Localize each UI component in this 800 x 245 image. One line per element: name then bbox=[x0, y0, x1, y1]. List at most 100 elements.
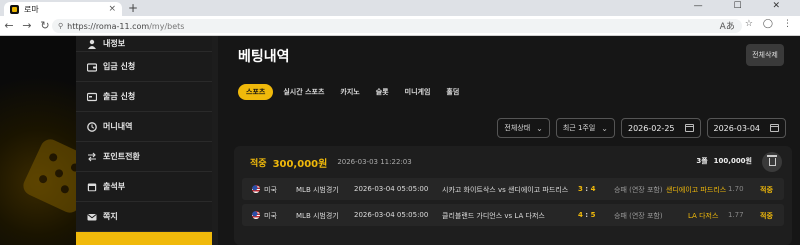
deposit-icon bbox=[87, 62, 97, 72]
page-title: 베팅내역 bbox=[238, 49, 290, 65]
translate-icon[interactable]: Aあ bbox=[720, 19, 735, 32]
bet-type: 승패 (연장 포함) bbox=[614, 212, 663, 220]
sidebar-item-deposit[interactable]: 입금 신청 bbox=[76, 52, 212, 82]
trash-icon bbox=[766, 155, 777, 166]
bet-history-panel: 베팅내역 전체삭제 스포츠 실시간 스포츠 카지노 슬롯 미니게임 홀덤 전체상… bbox=[212, 36, 800, 245]
tab-minigame[interactable]: 미니게임 bbox=[399, 84, 437, 100]
mypage-sidebar: 내정보 입금 신청 출금 신청 머니내역 포인트전환 출석부 쪽지 bbox=[76, 36, 212, 245]
tab-slot[interactable]: 슬롯 bbox=[370, 84, 395, 100]
country: 미국 bbox=[264, 186, 277, 194]
period-select-value: 최근 1주일 bbox=[562, 124, 596, 132]
sidebar-item-label: 쪽지 bbox=[103, 212, 118, 221]
sidebar-item-my-info[interactable]: 내정보 bbox=[76, 36, 212, 52]
delete-all-button[interactable]: 전체삭제 bbox=[746, 44, 784, 66]
sidebar-item-label: 머니내역 bbox=[103, 122, 133, 131]
url-path: /my/bets bbox=[149, 21, 185, 31]
score-away: 5 bbox=[590, 211, 596, 219]
exchange-icon bbox=[88, 152, 96, 161]
league: MLB 시범경기 bbox=[296, 212, 339, 220]
bet-type: 승패 (연장 포함) bbox=[614, 186, 663, 194]
fold-count: 3폴 bbox=[696, 157, 708, 165]
sidebar-item-label: 내정보 bbox=[103, 39, 126, 48]
bet-slip-card: 적중 300,000원 2026-03-03 11:22:03 3폴 100,0… bbox=[234, 146, 792, 245]
sidebar-item-label: 포인트전환 bbox=[103, 152, 140, 161]
bookmark-star-icon[interactable]: ☆ bbox=[745, 19, 753, 32]
calendar-icon[interactable] bbox=[684, 124, 694, 132]
odds: 1.77 bbox=[728, 211, 744, 219]
table-row: 미국 MLB 시범경기 2026-03-04 05:05:00 클리블랜드 가디… bbox=[242, 204, 784, 226]
page: 내정보 입금 신청 출금 신청 머니내역 포인트전환 출석부 쪽지 베팅내역 전… bbox=[0, 36, 800, 245]
pick: 샌디에이고 파드리스 bbox=[666, 186, 727, 194]
score: 3 : 4 bbox=[578, 185, 596, 193]
match: 클리블랜드 가디언스 vs LA 다저스 bbox=[442, 212, 545, 220]
sidebar-item-label: 입금 신청 bbox=[103, 62, 136, 71]
chevron-down-icon: ⌄ bbox=[536, 123, 543, 133]
address-bar[interactable]: ⚲ https://roma-11.com/my/bets bbox=[52, 19, 742, 33]
toolbar-icons: Aあ ☆ ◯ ⋮ bbox=[720, 19, 792, 32]
status-select[interactable]: 전체상태 ⌄ bbox=[497, 118, 550, 138]
delete-bet-button[interactable] bbox=[762, 152, 782, 172]
bet-time: 2026-03-03 11:22:03 bbox=[337, 158, 412, 166]
score: 4 : 5 bbox=[578, 211, 596, 219]
site-favicon-icon bbox=[10, 4, 19, 14]
game-tabs: 스포츠 실시간 스포츠 카지노 슬롯 미니게임 홀덤 bbox=[238, 84, 465, 100]
country: 미국 bbox=[264, 212, 277, 220]
start-time: 2026-03-04 05:05:00 bbox=[354, 211, 429, 219]
sidebar-item-money-history[interactable]: 머니내역 bbox=[76, 112, 212, 142]
chevron-down-icon: ⌄ bbox=[601, 123, 608, 133]
date-to-value: 2026-03-04 bbox=[713, 123, 761, 133]
clock-icon bbox=[87, 121, 97, 132]
tab-sports[interactable]: 스포츠 bbox=[238, 84, 274, 100]
forward-button[interactable]: → bbox=[18, 19, 36, 32]
browser-toolbar: ← → ↻ ⚲ https://roma-11.com/my/bets Aあ ☆… bbox=[0, 16, 800, 36]
dice-decoration-icon bbox=[20, 136, 76, 216]
status-select-value: 전체상태 bbox=[504, 124, 531, 132]
left-background bbox=[0, 36, 76, 245]
sidebar-item-attendance[interactable]: 출석부 bbox=[76, 172, 212, 202]
back-button[interactable]: ← bbox=[0, 19, 18, 32]
browser-tabbar: 로마 × + — ☐ ✕ bbox=[0, 0, 800, 16]
profile-icon[interactable]: ◯ bbox=[763, 19, 773, 32]
bet-summary: 3폴 100,000원 bbox=[696, 156, 752, 166]
period-select[interactable]: 최근 1주일 ⌄ bbox=[555, 118, 615, 138]
tab-close-icon[interactable]: × bbox=[108, 4, 116, 14]
league: MLB 시범경기 bbox=[296, 186, 339, 194]
date-from-input[interactable]: 2026-02-25 bbox=[621, 118, 701, 138]
sidebar-item-messages[interactable]: 쪽지 bbox=[76, 202, 212, 232]
site-info-icon[interactable]: ⚲ bbox=[58, 22, 63, 30]
start-time: 2026-03-04 05:05:00 bbox=[354, 185, 429, 193]
row-result: 적중 bbox=[760, 186, 773, 194]
menu-icon[interactable]: ⋮ bbox=[783, 19, 792, 32]
sidebar-item-withdraw[interactable]: 출금 신청 bbox=[76, 82, 212, 112]
url-host: https://roma-11.com bbox=[67, 21, 150, 31]
score-away: 4 bbox=[590, 185, 596, 193]
table-row: 미국 MLB 시범경기 2026-03-04 05:05:00 시카고 화이트삭… bbox=[242, 178, 784, 200]
filter-bar: 전체상태 ⌄ 최근 1주일 ⌄ 2026-02-25 2026-03-04 bbox=[497, 118, 786, 138]
calendar-icon[interactable] bbox=[770, 124, 779, 132]
row-result: 적중 bbox=[760, 212, 773, 220]
tab-title: 로마 bbox=[24, 4, 39, 14]
calendar-icon bbox=[87, 183, 97, 191]
window-controls[interactable]: — ☐ ✕ bbox=[694, 1, 794, 11]
tab-holdem[interactable]: 홀덤 bbox=[440, 84, 465, 100]
stake-amount: 100,000원 bbox=[713, 157, 752, 165]
date-to-input[interactable]: 2026-03-04 bbox=[706, 118, 786, 138]
us-flag-icon bbox=[252, 185, 260, 193]
us-flag-icon bbox=[252, 211, 260, 219]
new-tab-button[interactable]: + bbox=[128, 1, 138, 15]
match: 시카고 화이트삭스 vs 샌디에이고 파드리스 bbox=[442, 186, 569, 194]
sidebar-item-active[interactable] bbox=[76, 232, 212, 245]
sidebar-item-point-exchange[interactable]: 포인트전환 bbox=[76, 142, 212, 172]
date-from-value: 2026-02-25 bbox=[628, 123, 675, 133]
tab-casino[interactable]: 카지노 bbox=[334, 84, 365, 100]
mail-icon bbox=[87, 213, 97, 220]
withdraw-icon bbox=[87, 92, 97, 101]
bet-result-label: 적중 bbox=[250, 158, 267, 169]
sidebar-item-label: 출석부 bbox=[103, 182, 126, 191]
user-icon bbox=[88, 39, 96, 49]
odds: 1.70 bbox=[728, 185, 744, 193]
browser-tab[interactable]: 로마 × bbox=[4, 2, 122, 16]
tab-live-sports[interactable]: 실시간 스포츠 bbox=[277, 84, 330, 100]
win-amount: 300,000원 bbox=[272, 158, 328, 170]
sidebar-item-label: 출금 신청 bbox=[103, 92, 136, 101]
